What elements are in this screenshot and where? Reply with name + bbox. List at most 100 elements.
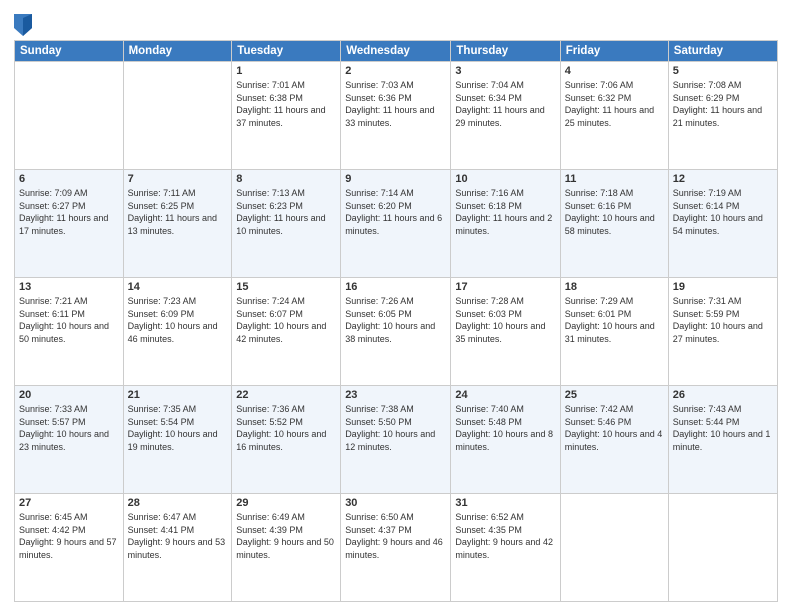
day-number: 21 bbox=[128, 389, 228, 401]
day-info: Sunrise: 7:23 AMSunset: 6:09 PMDaylight:… bbox=[128, 295, 228, 345]
calendar-cell: 9 Sunrise: 7:14 AMSunset: 6:20 PMDaylight… bbox=[341, 170, 451, 278]
day-info: Sunrise: 7:13 AMSunset: 6:23 PMDaylight:… bbox=[236, 187, 336, 237]
day-info: Sunrise: 7:28 AMSunset: 6:03 PMDaylight:… bbox=[455, 295, 555, 345]
day-info: Sunrise: 7:19 AMSunset: 6:14 PMDaylight:… bbox=[673, 187, 773, 237]
day-info: Sunrise: 7:24 AMSunset: 6:07 PMDaylight:… bbox=[236, 295, 336, 345]
day-info: Sunrise: 7:11 AMSunset: 6:25 PMDaylight:… bbox=[128, 187, 228, 237]
day-header: Sunday bbox=[15, 41, 124, 62]
calendar-week: 6 Sunrise: 7:09 AMSunset: 6:27 PMDaylight… bbox=[15, 170, 778, 278]
day-header: Saturday bbox=[668, 41, 777, 62]
calendar-cell: 16 Sunrise: 7:26 AMSunset: 6:05 PMDayligh… bbox=[341, 278, 451, 386]
day-info: Sunrise: 7:04 AMSunset: 6:34 PMDaylight:… bbox=[455, 79, 555, 129]
calendar-cell: 4Sunrise: 7:06 AMSunset: 6:32 PMDaylight… bbox=[560, 62, 668, 170]
calendar-cell: 30Sunrise: 6:50 AMSunset: 4:37 PMDayligh… bbox=[341, 494, 451, 602]
day-number: 26 bbox=[673, 389, 773, 401]
day-number: 10 bbox=[455, 173, 555, 185]
day-info: Sunrise: 7:43 AMSunset: 5:44 PMDaylight:… bbox=[673, 403, 773, 453]
day-info: Sunrise: 7:42 AMSunset: 5:46 PMDaylight:… bbox=[565, 403, 664, 453]
day-number: 17 bbox=[455, 281, 555, 293]
calendar-cell: 21 Sunrise: 7:35 AMSunset: 5:54 PMDayligh… bbox=[123, 386, 232, 494]
calendar-cell: 3 Sunrise: 7:04 AMSunset: 6:34 PMDaylight… bbox=[451, 62, 560, 170]
day-info: Sunrise: 7:31 AMSunset: 5:59 PMDaylight:… bbox=[673, 295, 773, 345]
day-number: 2 bbox=[345, 65, 446, 77]
day-number: 13 bbox=[19, 281, 119, 293]
day-header: Monday bbox=[123, 41, 232, 62]
day-number: 27 bbox=[19, 497, 119, 509]
calendar-cell: 1Sunrise: 7:01 AMSunset: 6:38 PMDaylight… bbox=[232, 62, 341, 170]
day-number: 18 bbox=[565, 281, 664, 293]
day-header: Thursday bbox=[451, 41, 560, 62]
calendar: SundayMondayTuesdayWednesdayThursdayFrid… bbox=[14, 40, 778, 602]
day-number: 22 bbox=[236, 389, 336, 401]
day-number: 24 bbox=[455, 389, 555, 401]
day-info: Sunrise: 7:06 AMSunset: 6:32 PMDaylight:… bbox=[565, 79, 664, 129]
day-number: 28 bbox=[128, 497, 228, 509]
day-header: Wednesday bbox=[341, 41, 451, 62]
day-header: Friday bbox=[560, 41, 668, 62]
day-info: Sunrise: 7:03 AMSunset: 6:36 PMDaylight:… bbox=[345, 79, 446, 129]
page: SundayMondayTuesdayWednesdayThursdayFrid… bbox=[0, 0, 792, 612]
day-number: 11 bbox=[565, 173, 664, 185]
day-info: Sunrise: 6:47 AMSunset: 4:41 PMDaylight:… bbox=[128, 511, 228, 561]
calendar-cell: 29Sunrise: 6:49 AMSunset: 4:39 PMDayligh… bbox=[232, 494, 341, 602]
calendar-cell: 17 Sunrise: 7:28 AMSunset: 6:03 PMDayligh… bbox=[451, 278, 560, 386]
calendar-cell: 5 Sunrise: 7:08 AMSunset: 6:29 PMDaylight… bbox=[668, 62, 777, 170]
day-info: Sunrise: 7:26 AMSunset: 6:05 PMDaylight:… bbox=[345, 295, 446, 345]
day-info: Sunrise: 6:52 AMSunset: 4:35 PMDaylight:… bbox=[455, 511, 555, 561]
calendar-week: 27Sunrise: 6:45 AMSunset: 4:42 PMDayligh… bbox=[15, 494, 778, 602]
calendar-cell: 10 Sunrise: 7:16 AMSunset: 6:18 PMDayligh… bbox=[451, 170, 560, 278]
calendar-cell: 12 Sunrise: 7:19 AMSunset: 6:14 PMDayligh… bbox=[668, 170, 777, 278]
day-number: 6 bbox=[19, 173, 119, 185]
calendar-cell: 8 Sunrise: 7:13 AMSunset: 6:23 PMDaylight… bbox=[232, 170, 341, 278]
calendar-cell: 24 Sunrise: 7:40 AMSunset: 5:48 PMDayligh… bbox=[451, 386, 560, 494]
day-info: Sunrise: 7:16 AMSunset: 6:18 PMDaylight:… bbox=[455, 187, 555, 237]
calendar-cell: 31 Sunrise: 6:52 AMSunset: 4:35 PMDayligh… bbox=[451, 494, 560, 602]
calendar-cell: 6 Sunrise: 7:09 AMSunset: 6:27 PMDaylight… bbox=[15, 170, 124, 278]
day-info: Sunrise: 7:35 AMSunset: 5:54 PMDaylight:… bbox=[128, 403, 228, 453]
day-number: 5 bbox=[673, 65, 773, 77]
day-info: Sunrise: 7:36 AMSunset: 5:52 PMDaylight:… bbox=[236, 403, 336, 453]
day-number: 15 bbox=[236, 281, 336, 293]
calendar-cell: 26 Sunrise: 7:43 AMSunset: 5:44 PMDayligh… bbox=[668, 386, 777, 494]
calendar-cell bbox=[668, 494, 777, 602]
day-number: 20 bbox=[19, 389, 119, 401]
day-number: 25 bbox=[565, 389, 664, 401]
day-info: Sunrise: 7:14 AMSunset: 6:20 PMDaylight:… bbox=[345, 187, 446, 237]
day-info: Sunrise: 7:29 AMSunset: 6:01 PMDaylight:… bbox=[565, 295, 664, 345]
day-number: 23 bbox=[345, 389, 446, 401]
calendar-cell bbox=[560, 494, 668, 602]
calendar-cell: 2 Sunrise: 7:03 AMSunset: 6:36 PMDaylight… bbox=[341, 62, 451, 170]
calendar-cell: 11 Sunrise: 7:18 AMSunset: 6:16 PMDayligh… bbox=[560, 170, 668, 278]
day-number: 31 bbox=[455, 497, 555, 509]
day-number: 16 bbox=[345, 281, 446, 293]
calendar-cell bbox=[15, 62, 124, 170]
calendar-cell: 19 Sunrise: 7:31 AMSunset: 5:59 PMDayligh… bbox=[668, 278, 777, 386]
calendar-cell: 25 Sunrise: 7:42 AMSunset: 5:46 PMDayligh… bbox=[560, 386, 668, 494]
calendar-cell: 22 Sunrise: 7:36 AMSunset: 5:52 PMDayligh… bbox=[232, 386, 341, 494]
calendar-cell: 13Sunrise: 7:21 AMSunset: 6:11 PMDayligh… bbox=[15, 278, 124, 386]
day-number: 9 bbox=[345, 173, 446, 185]
day-info: Sunrise: 7:09 AMSunset: 6:27 PMDaylight:… bbox=[19, 187, 119, 237]
calendar-cell bbox=[123, 62, 232, 170]
day-number: 19 bbox=[673, 281, 773, 293]
day-number: 14 bbox=[128, 281, 228, 293]
logo-icon bbox=[14, 14, 32, 36]
calendar-week: 20 Sunrise: 7:33 AMSunset: 5:57 PMDayligh… bbox=[15, 386, 778, 494]
day-info: Sunrise: 7:08 AMSunset: 6:29 PMDaylight:… bbox=[673, 79, 773, 129]
day-info: Sunrise: 7:18 AMSunset: 6:16 PMDaylight:… bbox=[565, 187, 664, 237]
day-info: Sunrise: 7:33 AMSunset: 5:57 PMDaylight:… bbox=[19, 403, 119, 453]
day-number: 8 bbox=[236, 173, 336, 185]
day-number: 7 bbox=[128, 173, 228, 185]
day-number: 29 bbox=[236, 497, 336, 509]
calendar-cell: 7 Sunrise: 7:11 AMSunset: 6:25 PMDaylight… bbox=[123, 170, 232, 278]
calendar-cell: 18 Sunrise: 7:29 AMSunset: 6:01 PMDayligh… bbox=[560, 278, 668, 386]
day-number: 30 bbox=[345, 497, 446, 509]
day-number: 3 bbox=[455, 65, 555, 77]
day-number: 12 bbox=[673, 173, 773, 185]
header bbox=[14, 10, 778, 36]
calendar-cell: 20 Sunrise: 7:33 AMSunset: 5:57 PMDayligh… bbox=[15, 386, 124, 494]
logo bbox=[14, 14, 35, 36]
day-info: Sunrise: 7:40 AMSunset: 5:48 PMDaylight:… bbox=[455, 403, 555, 453]
calendar-cell: 15 Sunrise: 7:24 AMSunset: 6:07 PMDayligh… bbox=[232, 278, 341, 386]
calendar-cell: 23Sunrise: 7:38 AMSunset: 5:50 PMDayligh… bbox=[341, 386, 451, 494]
